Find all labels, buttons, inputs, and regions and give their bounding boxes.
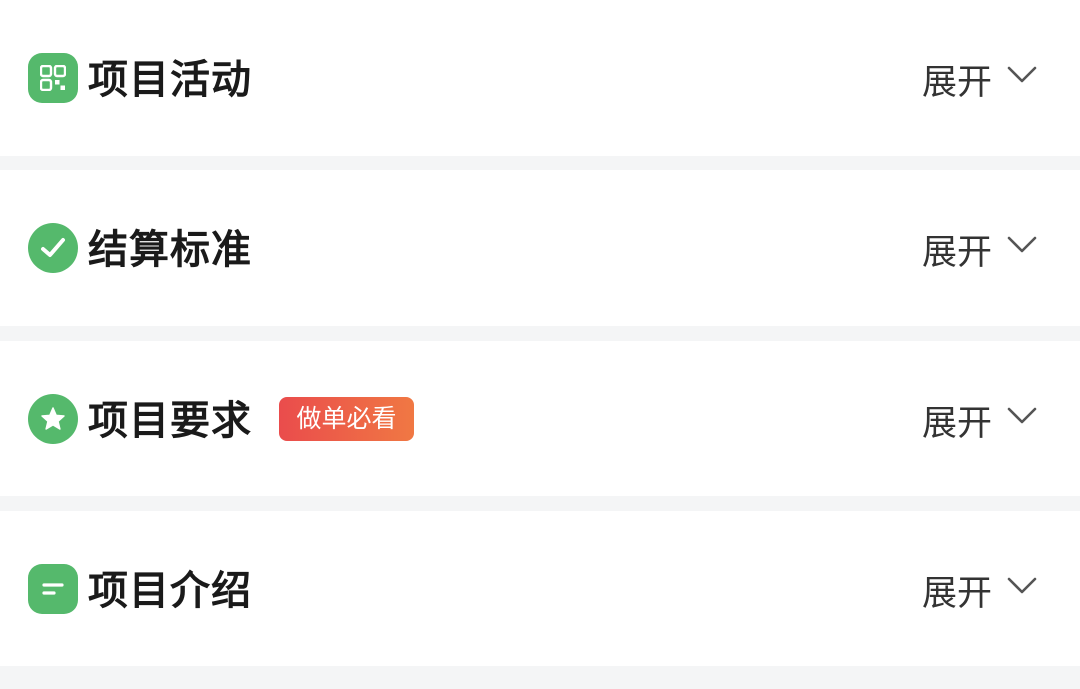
star-icon [28,394,78,444]
checkmark-icon [28,223,78,273]
section-settlement-standard[interactable]: 结算标准 展开 [0,170,1080,326]
section-project-activity[interactable]: 项目活动 展开 [0,0,1080,156]
expand-label: 展开 [921,233,992,273]
section-project-requirements[interactable]: 项目要求 做单必看 展开 [0,341,1080,496]
collapsible-section-list: 项目活动 展开 结算标准 展开 项目要求 做单必看 展开 项目介绍 展开 [0,0,1080,689]
section-title: 项目活动 [88,57,252,103]
chevron-down-icon [1007,407,1037,424]
must-read-badge: 做单必看 [279,397,414,441]
section-project-introduction[interactable]: 项目介绍 展开 [0,511,1080,666]
expand-label: 展开 [921,63,992,103]
section-title: 项目要求 [88,398,252,444]
document-lines-icon [28,564,78,614]
section-title: 项目介绍 [88,568,252,614]
expand-toggle[interactable]: 展开 [922,58,1038,108]
expand-toggle[interactable]: 展开 [922,569,1038,619]
chevron-down-icon [1007,236,1037,253]
section-title: 结算标准 [88,227,252,273]
expand-label: 展开 [921,574,992,614]
chevron-down-icon [1007,66,1037,83]
expand-label: 展开 [921,404,992,444]
chevron-down-icon [1007,577,1037,594]
expand-toggle[interactable]: 展开 [922,228,1038,278]
qr-grid-icon [28,53,78,103]
expand-toggle[interactable]: 展开 [922,399,1038,449]
